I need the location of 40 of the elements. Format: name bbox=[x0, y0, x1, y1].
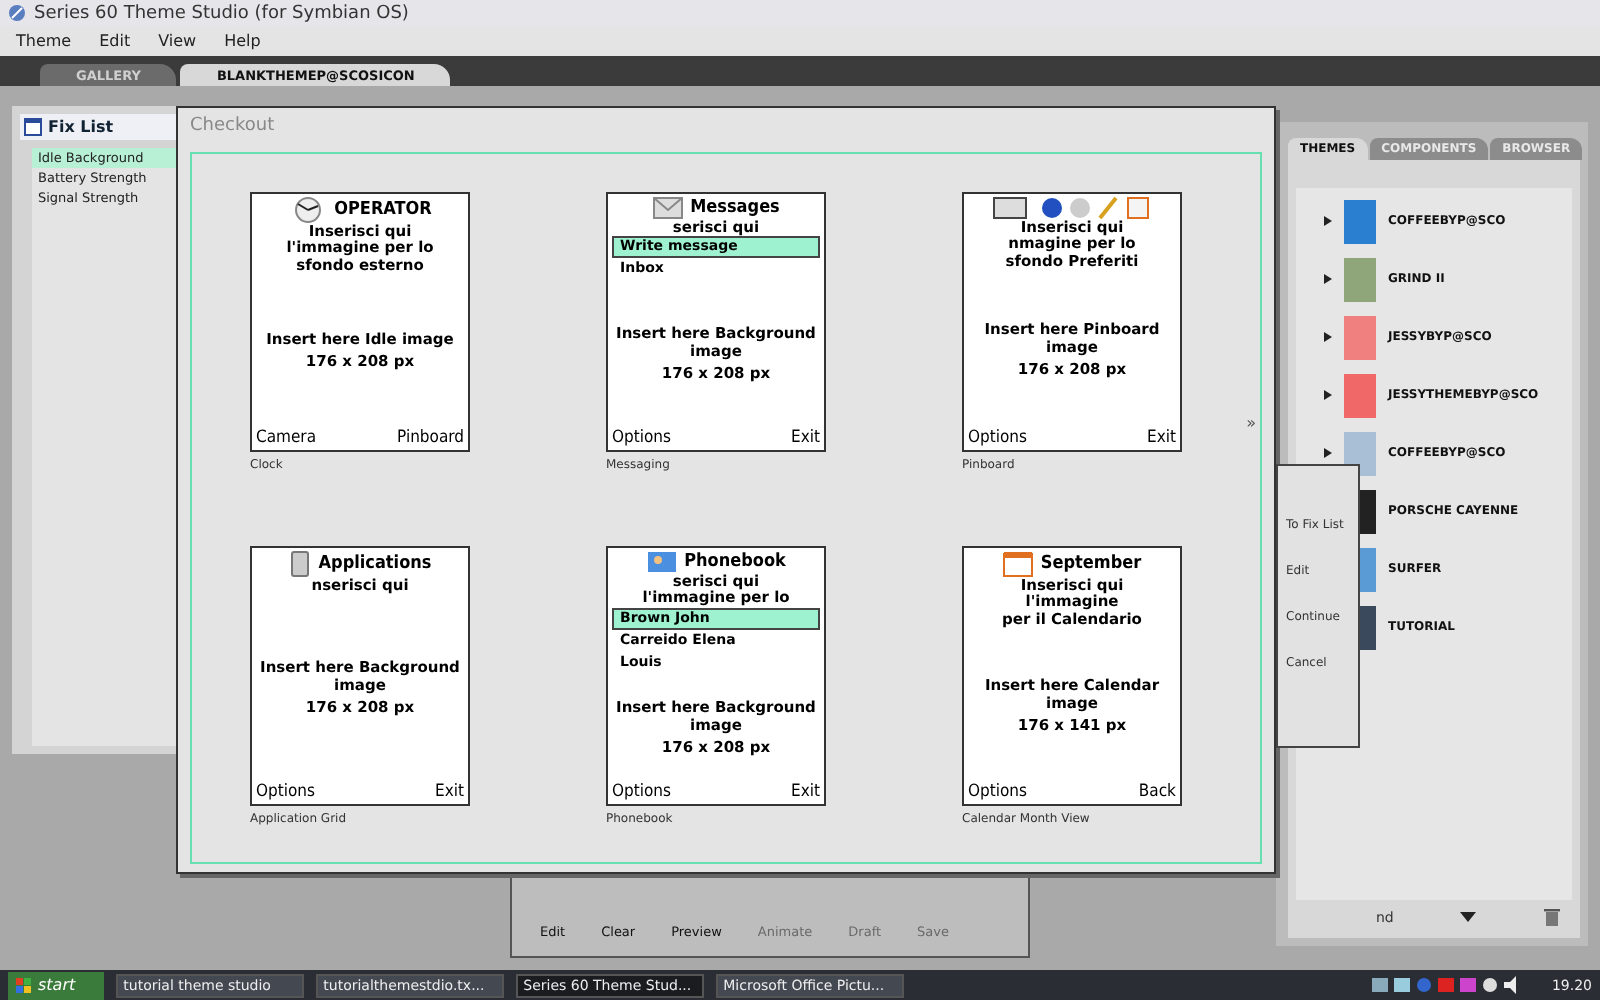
windows-flag-icon bbox=[16, 977, 32, 993]
softkey-label: Options bbox=[968, 427, 1028, 447]
menu-item[interactable]: Edit bbox=[99, 32, 131, 50]
app-logo-icon bbox=[8, 4, 26, 22]
panel-title: Fix List bbox=[48, 118, 114, 136]
menu-item[interactable]: Help bbox=[224, 32, 261, 50]
window-title: Series 60 Theme Studio (for Symbian OS) bbox=[34, 3, 409, 23]
softkey-label: Options bbox=[612, 427, 672, 447]
softkey-label: Options bbox=[256, 781, 316, 801]
start-button[interactable]: start bbox=[8, 971, 104, 999]
menu-item[interactable]: View bbox=[158, 32, 197, 50]
dialog-title: Checkout bbox=[190, 116, 277, 136]
trash-icon[interactable] bbox=[1543, 908, 1560, 926]
expand-arrow-icon[interactable] bbox=[1324, 216, 1332, 226]
more-link[interactable]: » bbox=[1246, 414, 1256, 432]
envelope-icon bbox=[652, 195, 685, 219]
softkey-label: Exit bbox=[791, 781, 820, 801]
softkey-label: Options bbox=[968, 781, 1028, 801]
softkey-label: Exit bbox=[791, 427, 820, 447]
screen-title: Phonebook bbox=[684, 551, 786, 571]
screen-title: September bbox=[1040, 553, 1142, 573]
softkey-label: Options bbox=[612, 781, 672, 801]
menu-item[interactable]: Theme bbox=[16, 32, 72, 50]
screen-title: OPERATOR bbox=[334, 199, 432, 219]
expand-arrow-icon[interactable] bbox=[1324, 448, 1332, 458]
screen-title: Messages bbox=[690, 197, 780, 217]
softkey-label: Back bbox=[1138, 781, 1176, 801]
window-icon bbox=[24, 118, 42, 136]
calendar-icon bbox=[1002, 549, 1035, 577]
softkey-label: Exit bbox=[1147, 427, 1176, 447]
contact-card-icon bbox=[646, 549, 679, 573]
phone-icon bbox=[288, 549, 313, 577]
dropdown-caret-icon[interactable] bbox=[1460, 912, 1477, 922]
softkey-label: Exit bbox=[435, 781, 464, 801]
screen-title: Applications bbox=[318, 553, 432, 573]
expand-arrow-icon[interactable] bbox=[1324, 332, 1332, 342]
expand-arrow-icon[interactable] bbox=[1324, 274, 1332, 284]
expand-arrow-icon[interactable] bbox=[1324, 390, 1332, 400]
softkey-label: Pinboard bbox=[397, 427, 464, 447]
softkey-label: Camera bbox=[256, 427, 317, 447]
